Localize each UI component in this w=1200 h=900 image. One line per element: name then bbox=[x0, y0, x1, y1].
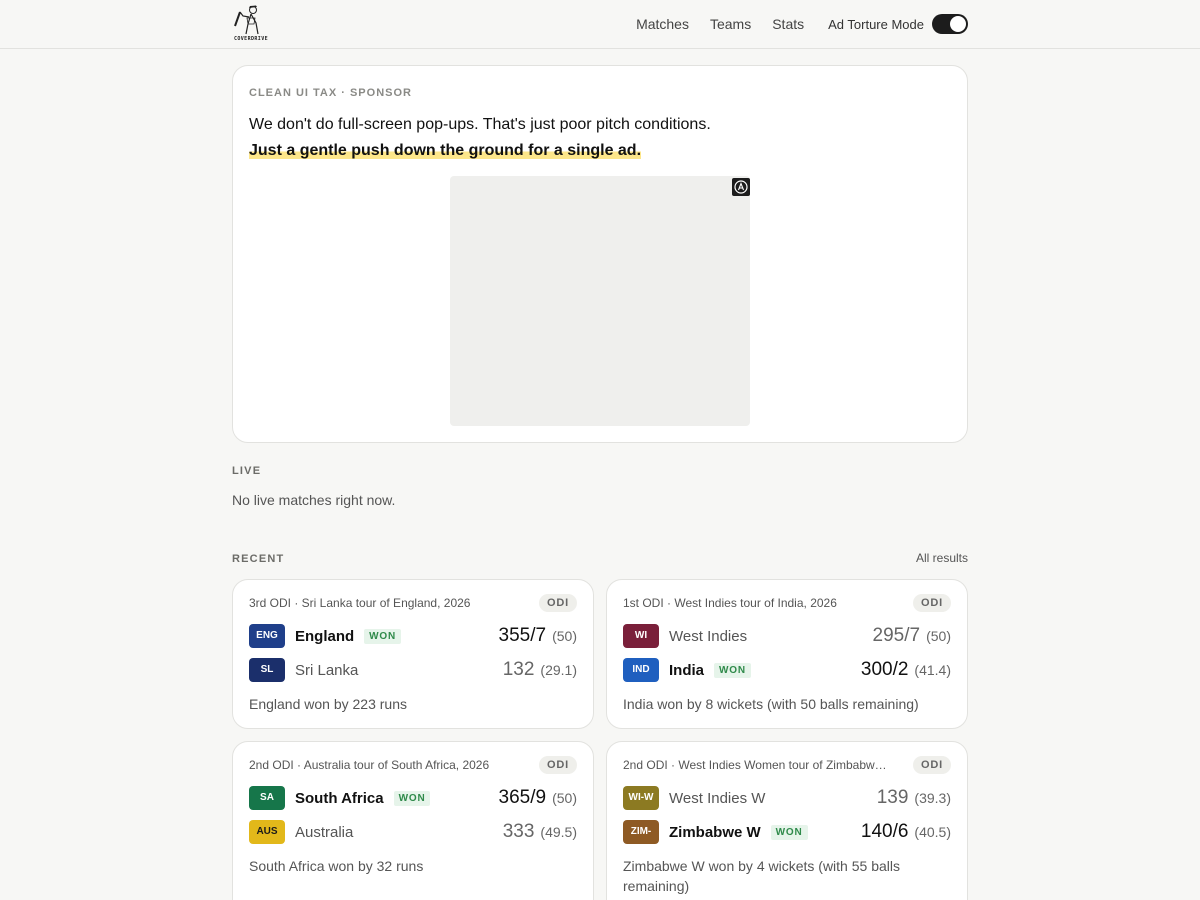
no-live-message: No live matches right now. bbox=[232, 492, 396, 508]
score-group: 132 (29.1) bbox=[503, 659, 577, 681]
score-group: 333 (49.5) bbox=[503, 821, 577, 843]
team-name: England bbox=[295, 627, 355, 645]
score: 295/7 bbox=[872, 625, 921, 646]
team-row: WI West Indies 295/7 (50) bbox=[623, 624, 951, 648]
format-badge: ODI bbox=[913, 594, 951, 612]
team-badge: SL bbox=[249, 658, 285, 682]
overs: (50) bbox=[552, 628, 577, 644]
nav-stats[interactable]: Stats bbox=[772, 16, 804, 32]
score: 365/9 bbox=[498, 787, 547, 808]
team-row: ZIM- Zimbabwe W WON 140/6 (40.5) bbox=[623, 820, 951, 844]
overs: (50) bbox=[552, 790, 577, 806]
overs: (29.1) bbox=[540, 662, 577, 678]
ad-slot[interactable] bbox=[450, 176, 750, 426]
team-badge: ENG bbox=[249, 624, 285, 648]
format-badge: ODI bbox=[539, 756, 577, 774]
ad-torture-mode-toggle[interactable] bbox=[932, 14, 968, 34]
match-card[interactable]: 2nd ODI · West Indies Women tour of Zimb… bbox=[606, 741, 968, 900]
team-name: Zimbabwe W bbox=[669, 823, 761, 841]
score-group: 295/7 (50) bbox=[873, 625, 951, 647]
match-card[interactable]: 2nd ODI · Australia tour of South Africa… bbox=[232, 741, 594, 900]
match-result: England won by 223 runs bbox=[249, 696, 407, 712]
team-name: South Africa bbox=[295, 789, 384, 807]
format-badge: ODI bbox=[539, 594, 577, 612]
team-badge: IND bbox=[623, 658, 659, 682]
won-badge: WON bbox=[393, 790, 431, 806]
team-name: West Indies bbox=[669, 627, 748, 645]
overs: (39.3) bbox=[914, 790, 951, 806]
match-title: 1st ODI · West Indies tour of India, 202… bbox=[623, 596, 837, 610]
coverdrive-logo[interactable]: COVERDRIVE bbox=[232, 4, 270, 42]
team-badge: WI-W bbox=[623, 786, 659, 810]
score: 139 bbox=[876, 787, 909, 808]
score: 140/6 bbox=[860, 821, 909, 842]
ad-torture-mode-label: Ad Torture Mode bbox=[828, 16, 924, 32]
match-result: Zimbabwe W won by 4 wickets (with 55 bal… bbox=[623, 858, 900, 894]
won-badge: WON bbox=[364, 628, 402, 644]
main-nav: Matches Teams Stats Ad Torture Mode bbox=[636, 0, 968, 48]
logo-wordmark: COVERDRIVE bbox=[233, 36, 269, 42]
nav-teams[interactable]: Teams bbox=[710, 16, 751, 32]
format-badge: ODI bbox=[913, 756, 951, 774]
match-title: 2nd ODI · Australia tour of South Africa… bbox=[249, 758, 490, 772]
recent-section-label: RECENT bbox=[232, 553, 285, 565]
sponsor-message: We don't do full-screen pop-ups. That's … bbox=[249, 112, 729, 164]
sponsor-kicker: CLEAN UI TAX · SPONSOR bbox=[249, 87, 412, 99]
adchoices-icon[interactable] bbox=[732, 178, 750, 196]
score: 132 bbox=[502, 659, 535, 680]
team-badge: AUS bbox=[249, 820, 285, 844]
team-row: AUS Australia 333 (49.5) bbox=[249, 820, 577, 844]
match-title: 3rd ODI · Sri Lanka tour of England, 202… bbox=[249, 596, 471, 610]
live-section-label: LIVE bbox=[232, 465, 262, 477]
overs: (40.5) bbox=[914, 824, 951, 840]
score-group: 139 (39.3) bbox=[877, 787, 951, 809]
overs: (49.5) bbox=[540, 824, 577, 840]
team-name: Australia bbox=[295, 823, 354, 841]
batsman-icon bbox=[234, 5, 259, 35]
site-header: COVERDRIVE Matches Teams Stats Ad Tortur… bbox=[0, 0, 1200, 49]
sponsor-message-text: We don't do full-screen pop-ups. That's … bbox=[249, 116, 711, 133]
toggle-knob bbox=[950, 16, 966, 32]
match-title: 2nd ODI · West Indies Women tour of Zimb… bbox=[623, 758, 893, 772]
team-name: India bbox=[669, 661, 705, 679]
score: 333 bbox=[502, 821, 535, 842]
score: 355/7 bbox=[498, 625, 547, 646]
team-badge: SA bbox=[249, 786, 285, 810]
nav-matches[interactable]: Matches bbox=[636, 16, 689, 32]
team-name: West Indies W bbox=[669, 789, 766, 807]
sponsor-card: CLEAN UI TAX · SPONSOR We don't do full-… bbox=[232, 65, 968, 443]
won-badge: WON bbox=[770, 824, 808, 840]
team-badge: ZIM- bbox=[623, 820, 659, 844]
score-group: 355/7 (50) bbox=[499, 625, 577, 647]
match-result: India won by 8 wickets (with 50 balls re… bbox=[623, 696, 919, 712]
score-group: 365/9 (50) bbox=[499, 787, 577, 809]
overs: (41.4) bbox=[914, 662, 951, 678]
overs: (50) bbox=[926, 628, 951, 644]
team-row: ENG England WON 355/7 (50) bbox=[249, 624, 577, 648]
team-name: Sri Lanka bbox=[295, 661, 359, 679]
team-row: WI-W West Indies W 139 (39.3) bbox=[623, 786, 951, 810]
team-row: IND India WON 300/2 (41.4) bbox=[623, 658, 951, 682]
team-badge: WI bbox=[623, 624, 659, 648]
all-results-link[interactable]: All results bbox=[916, 551, 968, 565]
match-result: South Africa won by 32 runs bbox=[249, 858, 424, 874]
score-group: 300/2 (41.4) bbox=[861, 659, 951, 681]
match-card[interactable]: 3rd ODI · Sri Lanka tour of England, 202… bbox=[232, 579, 594, 729]
match-card[interactable]: 1st ODI · West Indies tour of India, 202… bbox=[606, 579, 968, 729]
team-row: SA South Africa WON 365/9 (50) bbox=[249, 786, 577, 810]
score-group: 140/6 (40.5) bbox=[861, 821, 951, 843]
won-badge: WON bbox=[714, 662, 751, 678]
team-row: SL Sri Lanka 132 (29.1) bbox=[249, 658, 577, 682]
sponsor-highlight: Just a gentle push down the ground for a… bbox=[249, 142, 642, 159]
score: 300/2 bbox=[860, 659, 909, 680]
